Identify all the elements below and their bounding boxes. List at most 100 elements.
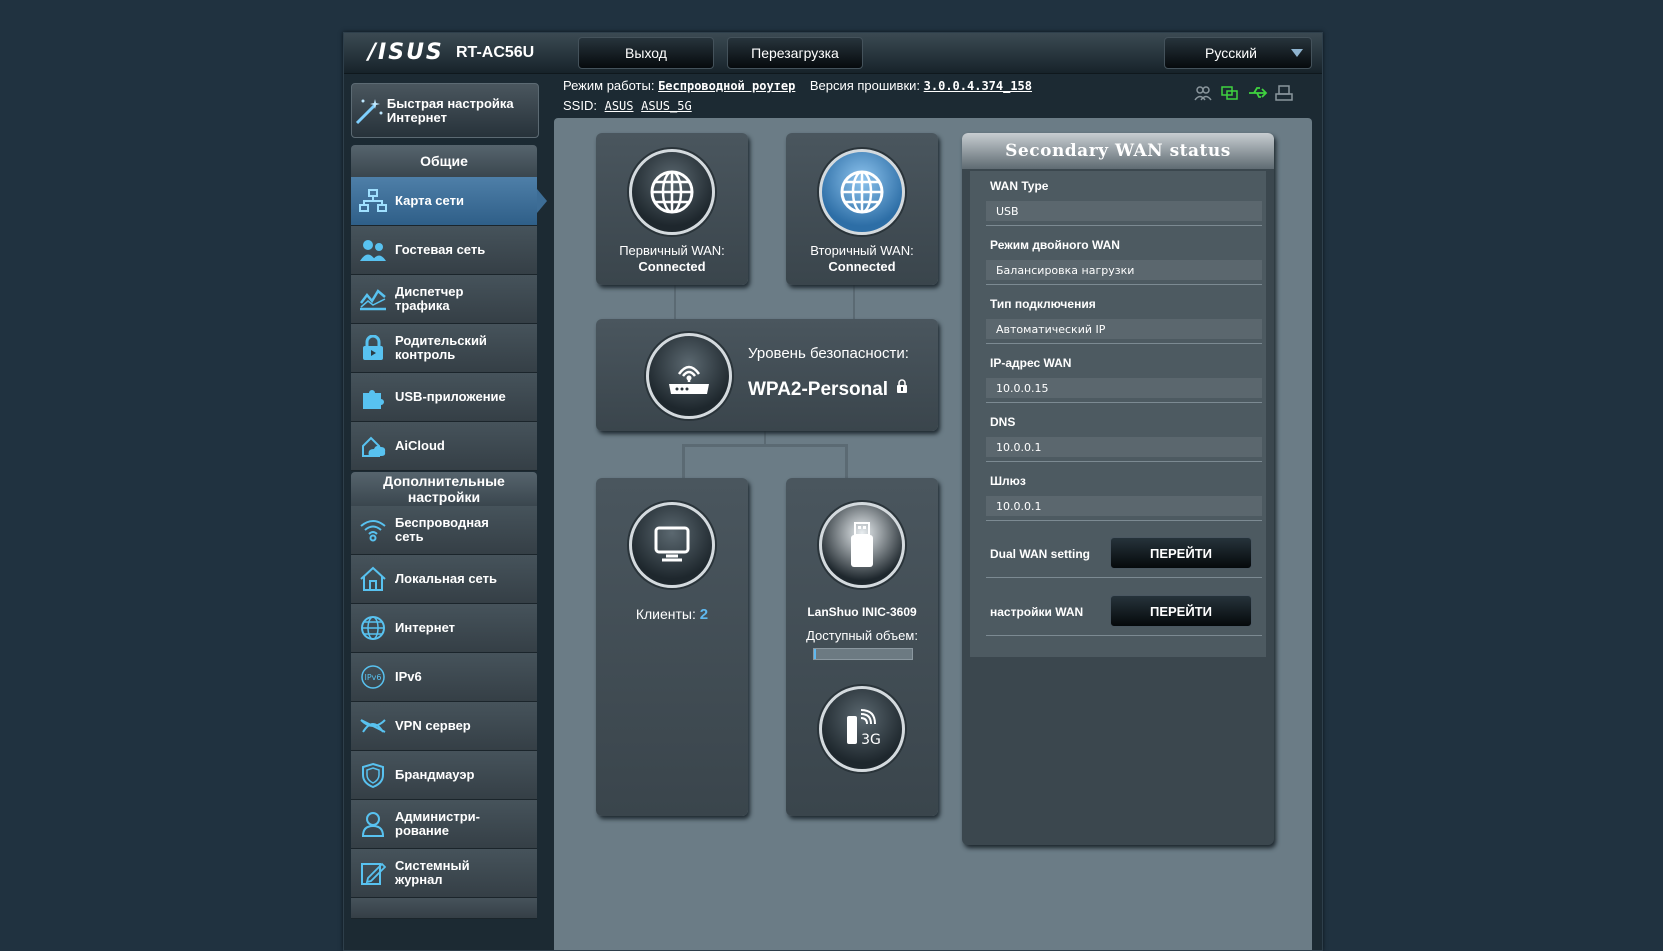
usb-status-icon[interactable] bbox=[1248, 85, 1268, 101]
gateway-value: 10.0.0.1 bbox=[986, 496, 1262, 516]
network-map-area: Первичный WAN: Connected Вторичный WAN: … bbox=[554, 118, 1312, 950]
sidebar-item-guest-network[interactable]: Гостевая сеть bbox=[351, 226, 537, 275]
aicloud-icon bbox=[351, 434, 395, 458]
sidebar-item-label: Родительский контроль bbox=[395, 333, 487, 362]
sidebar-item-label: Локальная сеть bbox=[395, 571, 497, 586]
usb-3g-modem-icon: 3G bbox=[819, 686, 905, 772]
clients-row: Клиенты: 2 bbox=[596, 606, 748, 623]
secondary-wan-status-panel: Secondary WAN status WAN Type USB Режим … bbox=[962, 133, 1274, 845]
wan-type-label: WAN Type bbox=[990, 179, 1049, 193]
internet-globe-icon bbox=[351, 615, 395, 641]
chevron-down-icon bbox=[1291, 49, 1303, 57]
gateway-label: Шлюз bbox=[990, 474, 1026, 488]
secondary-wan-card[interactable]: Вторичный WAN: Connected bbox=[786, 133, 938, 285]
ssid-link-1[interactable]: ASUS bbox=[605, 99, 634, 113]
language-select[interactable]: Русский bbox=[1164, 37, 1312, 69]
dns-label: DNS bbox=[990, 415, 1016, 429]
security-label: Уровень безопасности: bbox=[748, 345, 909, 362]
primary-wan-label: Первичный WAN: bbox=[619, 243, 725, 258]
sidebar-item-usb-app[interactable]: USB-приложение bbox=[351, 373, 537, 422]
primary-wan-card[interactable]: Первичный WAN: Connected bbox=[596, 133, 748, 285]
asus-logo: /ISUS bbox=[368, 40, 444, 65]
ssid-link-2[interactable]: ASUS_5G bbox=[641, 99, 692, 113]
lan-icon bbox=[351, 566, 395, 592]
primary-wan-status: Connected bbox=[638, 259, 706, 274]
router-icon bbox=[646, 333, 732, 419]
svg-text:IPv6: IPv6 bbox=[364, 673, 381, 682]
divider bbox=[986, 635, 1262, 636]
reboot-button[interactable]: Перезагрузка bbox=[727, 37, 863, 69]
panel-body: WAN Type USB Режим двойного WAN Балансир… bbox=[970, 171, 1266, 657]
model-name: RT-AC56U bbox=[456, 44, 535, 61]
info-line: Режим работы: Беспроводной роутер Версия… bbox=[563, 76, 1032, 116]
secondary-wan-status: Connected bbox=[828, 259, 896, 274]
sidebar-item-partial[interactable] bbox=[351, 898, 537, 919]
sidebar-item-lan[interactable]: Локальная сеть bbox=[351, 555, 537, 604]
sidebar-item-system-log[interactable]: Системный журнал bbox=[351, 849, 537, 898]
divider bbox=[986, 284, 1262, 285]
firmware-link[interactable]: 3.0.0.4.374_158 bbox=[924, 79, 1032, 93]
ssid-label: SSID: bbox=[563, 98, 597, 113]
sidebar-item-label: Брандмауэр bbox=[395, 767, 475, 782]
sidebar-item-label: IPv6 bbox=[395, 669, 422, 684]
security-value: WPA2-Personal bbox=[748, 379, 889, 400]
sidebar-item-internet[interactable]: Интернет bbox=[351, 604, 537, 653]
divider bbox=[986, 577, 1262, 578]
usb-3g-text: 3G bbox=[861, 732, 881, 748]
dual-wan-setting-label: Dual WAN setting bbox=[990, 547, 1091, 561]
dns-value: 10.0.0.1 bbox=[986, 437, 1262, 457]
available-space-label: Доступный объем: bbox=[806, 628, 918, 643]
sidebar-item-parental-control[interactable]: Родительский контроль bbox=[351, 324, 537, 373]
wireless-icon bbox=[351, 518, 395, 542]
usb-device-name: LanShuo INIC-3609 bbox=[807, 605, 917, 619]
dual-wan-go-button[interactable]: ПЕРЕЙТИ bbox=[1110, 537, 1252, 569]
parental-control-icon bbox=[351, 335, 395, 361]
advanced-menu: Беспроводная сеть Локальная сеть Интерне… bbox=[351, 506, 537, 919]
lan-status-icon[interactable] bbox=[1221, 85, 1239, 101]
sidebar-item-label: AiCloud bbox=[395, 438, 445, 453]
printer-status-icon[interactable] bbox=[1275, 85, 1293, 101]
clients-status-icon[interactable] bbox=[1194, 85, 1212, 101]
quick-internet-setup-button[interactable]: Быстрая настройка Интернет bbox=[351, 83, 539, 138]
sidebar-item-aicloud[interactable]: AiCloud bbox=[351, 422, 537, 471]
quick-setup-label: Быстрая настройка Интернет bbox=[386, 95, 514, 125]
sidebar-item-network-map[interactable]: Карта сети bbox=[351, 177, 547, 226]
wan-settings-go-button[interactable]: ПЕРЕЙТИ bbox=[1110, 595, 1252, 627]
sidebar-item-vpn[interactable]: VPN сервер bbox=[351, 702, 537, 751]
router-admin-window: /ISUS RT-AC56U Выход Перезагрузка Русски… bbox=[343, 32, 1323, 951]
clients-card[interactable]: Клиенты: 2 bbox=[596, 478, 748, 816]
divider bbox=[986, 402, 1262, 403]
sidebar-item-administration[interactable]: Администри-рование bbox=[351, 800, 537, 849]
secondary-wan-label: Вторичный WAN: bbox=[810, 243, 914, 258]
firewall-icon bbox=[351, 762, 395, 788]
divider bbox=[986, 520, 1262, 521]
advanced-section-header: Дополнительные настройки bbox=[351, 472, 537, 506]
dual-wan-mode-value: Балансировка нагрузки bbox=[986, 260, 1262, 280]
divider bbox=[986, 343, 1262, 344]
storage-progress-fill bbox=[814, 649, 816, 659]
vpn-icon bbox=[351, 714, 395, 738]
router-card[interactable]: Уровень безопасности: WPA2-Personal bbox=[596, 319, 938, 431]
sidebar-item-label: Гостевая сеть bbox=[395, 242, 486, 257]
divider bbox=[986, 461, 1262, 462]
connector-line bbox=[845, 444, 848, 478]
sidebar-item-label: Администри-рование bbox=[395, 809, 480, 838]
sidebar-item-firewall[interactable]: Брандмауэр bbox=[351, 751, 537, 800]
sidebar-item-label: Карта сети bbox=[395, 193, 464, 208]
sidebar-item-traffic-manager[interactable]: Диспетчер трафика bbox=[351, 275, 537, 324]
logout-button[interactable]: Выход bbox=[578, 37, 714, 69]
computer-icon bbox=[629, 502, 715, 588]
mode-link[interactable]: Беспроводной роутер bbox=[658, 79, 795, 93]
sidebar-item-wireless[interactable]: Беспроводная сеть bbox=[351, 506, 537, 555]
admin-icon bbox=[351, 811, 395, 837]
top-bar: /ISUS RT-AC56U Выход Перезагрузка Русски… bbox=[344, 33, 1322, 74]
globe-icon bbox=[819, 149, 905, 235]
sidebar-item-ipv6[interactable]: IPv6 IPv6 bbox=[351, 653, 537, 702]
connector-line bbox=[682, 444, 685, 478]
status-icons bbox=[1194, 85, 1293, 101]
clients-count[interactable]: 2 bbox=[700, 606, 708, 623]
traffic-manager-icon bbox=[351, 287, 395, 311]
sidebar-item-label: USB-приложение bbox=[395, 389, 506, 404]
sidebar-item-label: VPN сервер bbox=[395, 718, 471, 733]
usb-card[interactable]: LanShuo INIC-3609 Доступный объем: 3G bbox=[786, 478, 938, 816]
